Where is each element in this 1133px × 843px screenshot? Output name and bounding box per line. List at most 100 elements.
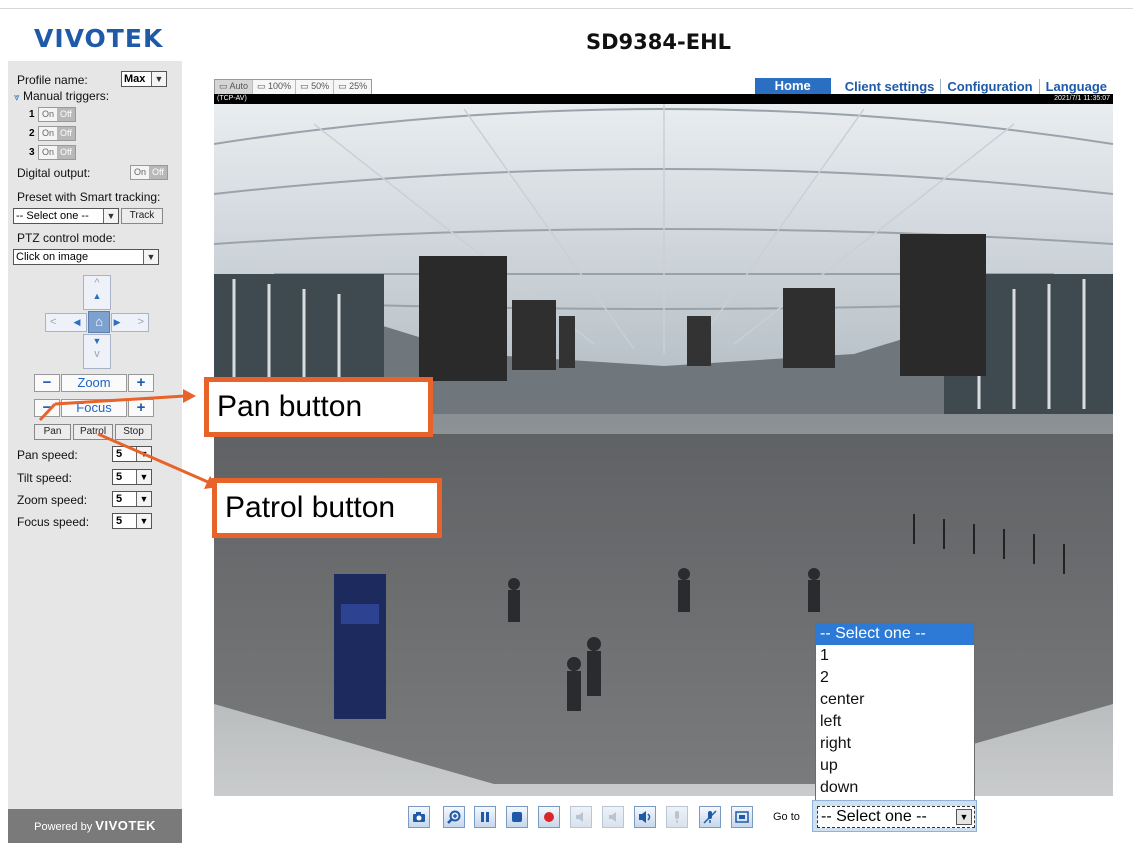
- pan-left-button[interactable]: < ◀: [45, 313, 87, 332]
- track-button[interactable]: Track: [121, 208, 163, 224]
- microphone-muted-icon: [703, 810, 717, 824]
- ptz-mode-select-value: Click on image: [16, 251, 89, 263]
- home-position-button[interactable]: ⌂: [88, 311, 110, 333]
- goto-preset-select[interactable]: -- Select one -- ▼: [817, 806, 975, 828]
- patrol-button-callout: Patrol button: [212, 478, 442, 538]
- profile-select[interactable]: Max ▼: [121, 71, 167, 87]
- home-icon: ⌂: [95, 314, 103, 329]
- pan-speed-label: Pan speed:: [17, 448, 78, 462]
- stop-button[interactable]: Stop: [115, 424, 152, 440]
- microphone-button[interactable]: [666, 806, 688, 828]
- zoom-out-button[interactable]: −: [34, 374, 60, 392]
- nav-language[interactable]: Language: [1038, 78, 1113, 94]
- mute-button[interactable]: [602, 806, 624, 828]
- view-size-25[interactable]: ▭ 25%: [334, 80, 372, 94]
- view-size-100[interactable]: ▭ 100%: [253, 80, 297, 94]
- nav-home[interactable]: Home: [754, 78, 831, 94]
- vivotek-logo: VIVOTEK: [34, 24, 164, 53]
- zoom-in-button[interactable]: +: [128, 374, 154, 392]
- focus-far-button[interactable]: +: [128, 399, 154, 417]
- patrol-button[interactable]: Patrol: [73, 424, 113, 440]
- page-title: SD9384-EHL: [586, 30, 732, 54]
- zoom-speed-label: Zoom speed:: [17, 493, 88, 507]
- dropdown-option[interactable]: down: [816, 777, 974, 799]
- tilt-speed-select[interactable]: 5 ▼: [112, 469, 152, 485]
- manual-triggers-toggle[interactable]: ⩔ Manual triggers:: [14, 89, 109, 103]
- focus-speed-select[interactable]: 5 ▼: [112, 513, 152, 529]
- expand-icon: ⩔: [14, 92, 20, 103]
- off-button[interactable]: Off: [149, 166, 167, 179]
- view-size-icon: ▭: [219, 81, 230, 91]
- chevron-right-icon: >: [137, 316, 144, 328]
- preset-select-value: -- Select one --: [16, 210, 89, 222]
- pan-speed-select[interactable]: 5 ▼: [112, 446, 152, 462]
- trigger-number: 2: [29, 128, 35, 139]
- on-button[interactable]: On: [39, 146, 58, 159]
- off-button[interactable]: Off: [57, 127, 75, 140]
- zoom-in-icon: [447, 810, 461, 824]
- goto-preset-dropdown-list[interactable]: -- Select one -- 1 2 center left right u…: [815, 622, 975, 801]
- digital-zoom-button[interactable]: [443, 806, 465, 828]
- chevron-down-icon: ▼: [136, 514, 151, 528]
- dropdown-option[interactable]: up: [816, 755, 974, 777]
- snapshot-button[interactable]: [408, 806, 430, 828]
- trigger-1-switch[interactable]: On Off: [38, 107, 76, 122]
- tilt-down-button[interactable]: ▼ v: [83, 334, 111, 369]
- chevron-down-icon: ▼: [103, 209, 118, 223]
- live-video-view[interactable]: (TCP-AV) 2021/7/1 11:35:07: [214, 94, 1113, 796]
- chevron-down-icon: ▼: [143, 250, 158, 264]
- profile-name-label: Profile name:: [17, 73, 88, 87]
- ptz-mode-label: PTZ control mode:: [17, 231, 116, 245]
- fullscreen-icon: [735, 811, 749, 823]
- top-navigation: Home Client settings Configuration Langu…: [754, 78, 1113, 94]
- dropdown-option[interactable]: 2: [816, 667, 974, 689]
- arrow-right-icon: ▶: [113, 317, 121, 327]
- dropdown-option[interactable]: left: [816, 711, 974, 733]
- ptz-mode-select[interactable]: Click on image ▼: [13, 249, 159, 265]
- tilt-speed-value: 5: [116, 471, 123, 483]
- talk-button[interactable]: [634, 806, 656, 828]
- focus-near-button[interactable]: −: [34, 399, 60, 417]
- trigger-3-switch[interactable]: On Off: [38, 145, 76, 160]
- nav-client-settings[interactable]: Client settings: [839, 79, 941, 94]
- on-button[interactable]: On: [131, 166, 150, 179]
- speaker-talk-icon: [639, 811, 651, 823]
- dropdown-option[interactable]: right: [816, 733, 974, 755]
- zoom-speed-select[interactable]: 5 ▼: [112, 491, 152, 507]
- digital-output-switch[interactable]: On Off: [130, 165, 168, 180]
- dropdown-option[interactable]: -- Select one --: [816, 623, 974, 645]
- top-divider: [0, 8, 1133, 9]
- on-button[interactable]: On: [39, 127, 58, 140]
- off-button[interactable]: Off: [57, 146, 75, 159]
- fullscreen-button[interactable]: [731, 806, 753, 828]
- chevron-down-icon: ▼: [136, 492, 151, 506]
- on-button[interactable]: On: [39, 108, 58, 121]
- digital-output-label: Digital output:: [17, 166, 91, 180]
- preset-select[interactable]: -- Select one -- ▼: [13, 208, 119, 224]
- arrow-left-icon: ◀: [73, 317, 81, 327]
- pan-right-button[interactable]: ▶ >: [111, 313, 149, 332]
- dropdown-option[interactable]: 1: [816, 645, 974, 667]
- view-size-auto[interactable]: ▭ Auto: [215, 80, 254, 94]
- dropdown-option[interactable]: center: [816, 689, 974, 711]
- chevron-down-icon: ▼: [151, 72, 166, 86]
- off-button[interactable]: Off: [57, 108, 75, 121]
- trigger-2-switch[interactable]: On Off: [38, 126, 76, 141]
- mic-mute-button[interactable]: [699, 806, 721, 828]
- manual-triggers-label: Manual triggers:: [22, 89, 110, 103]
- view-size-label: 25%: [349, 81, 368, 91]
- chevron-down-icon: ▼: [956, 809, 972, 825]
- record-button[interactable]: [538, 806, 560, 828]
- pan-button[interactable]: Pan: [34, 424, 71, 440]
- volume-button[interactable]: [570, 806, 592, 828]
- view-size-label: 50%: [311, 81, 330, 91]
- tilt-up-button[interactable]: ^ ▲: [83, 275, 111, 310]
- nav-configuration[interactable]: Configuration: [940, 78, 1038, 94]
- camera-icon: [413, 812, 425, 822]
- stop-stream-button[interactable]: [506, 806, 528, 828]
- view-size-icon: ▭: [257, 81, 269, 91]
- view-size-50[interactable]: ▭ 50%: [296, 80, 335, 94]
- pause-button[interactable]: [474, 806, 496, 828]
- record-icon: [544, 812, 554, 822]
- control-sidebar: Profile name: Max ▼ ⩔ Manual triggers: 1…: [8, 61, 182, 843]
